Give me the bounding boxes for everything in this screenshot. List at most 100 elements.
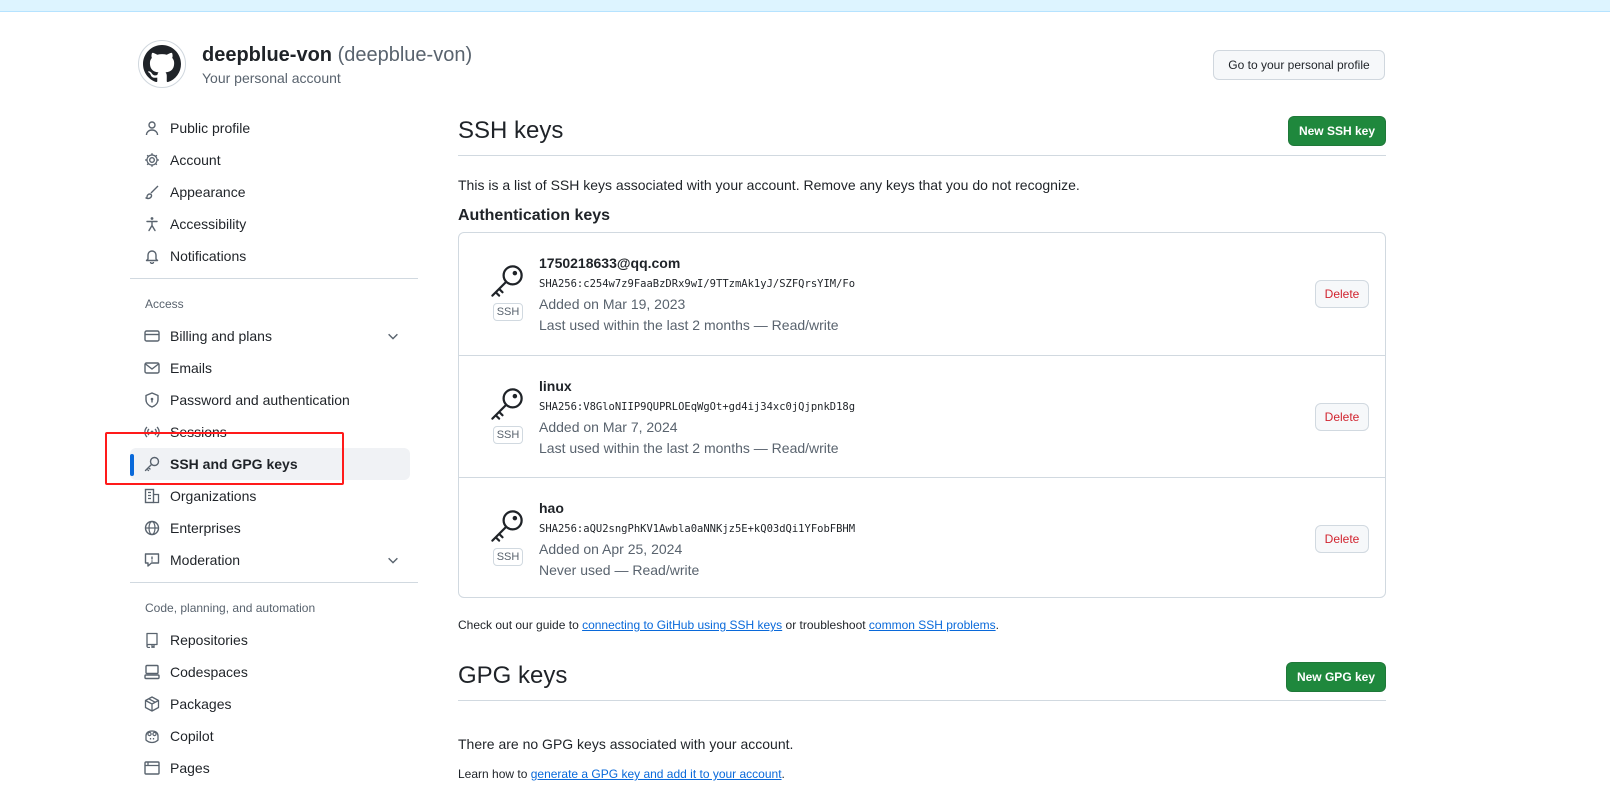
key-added-date: Added on Mar 7, 2024 xyxy=(539,419,678,435)
username: deepblue-von xyxy=(202,44,333,66)
sidebar-item-label: Notifications xyxy=(170,248,247,264)
sidebar-item-label: Appearance xyxy=(170,184,246,200)
sidebar-item-ssh-gpg-keys[interactable]: SSH and GPG keys xyxy=(130,448,410,480)
sidebar-item-label: Moderation xyxy=(170,552,241,568)
sidebar-divider xyxy=(130,278,418,279)
account-name: deepblue-von (deepblue-von) xyxy=(202,44,472,67)
ssh-keys-title: SSH keys xyxy=(458,117,564,144)
ssh-help-suffix: . xyxy=(995,618,999,632)
gpg-empty-message: There are no GPG keys associated with yo… xyxy=(458,736,794,752)
codespaces-icon xyxy=(144,664,160,680)
key-icon xyxy=(491,388,523,420)
delete-key-button[interactable]: Delete xyxy=(1315,280,1369,308)
ssh-help-text: Check out our guide to connecting to Git… xyxy=(458,618,999,632)
key-added-date: Added on Mar 19, 2023 xyxy=(539,296,686,312)
sidebar-item-public-profile[interactable]: Public profile xyxy=(130,112,410,144)
sidebar-item-label: Sessions xyxy=(170,424,227,440)
sidebar-item-label: Repositories xyxy=(170,632,248,648)
gpg-help-suffix: . xyxy=(781,767,785,781)
key-fingerprint: SHA256:c254w7z9FaaBzDRx9wI/9TTzmAk1yJ/SZ… xyxy=(539,278,856,290)
key-title: linux xyxy=(539,378,572,394)
key-last-used: Never used — Read/write xyxy=(539,562,700,578)
sidebar-item-account[interactable]: Account xyxy=(130,144,410,176)
sidebar-group-code: Code, planning, and automation xyxy=(145,601,316,615)
sidebar-item-password-auth[interactable]: Password and authentication xyxy=(130,384,410,416)
organization-icon xyxy=(144,488,160,504)
new-ssh-key-button[interactable]: New SSH key xyxy=(1288,116,1386,146)
mail-icon xyxy=(144,362,160,374)
sidebar-item-label: SSH and GPG keys xyxy=(170,456,298,472)
key-added-date: Added on Apr 25, 2024 xyxy=(539,541,683,557)
key-icon xyxy=(491,265,523,297)
section-divider xyxy=(458,700,1386,701)
sidebar-item-label: Organizations xyxy=(170,488,257,504)
browser-icon xyxy=(144,761,160,775)
bell-icon xyxy=(145,250,159,264)
gpg-help-prefix: Learn how to xyxy=(458,767,531,781)
delete-key-button[interactable]: Delete xyxy=(1315,403,1369,431)
ssh-key-row: SSH 1750218633@qq.com SHA256:c254w7z9Faa… xyxy=(459,233,1385,355)
sidebar-item-emails[interactable]: Emails xyxy=(130,352,410,384)
ssh-badge: SSH xyxy=(493,548,523,566)
gpg-guide-link[interactable]: generate a GPG key and add it to your ac… xyxy=(531,767,782,781)
ssh-description: This is a list of SSH keys associated wi… xyxy=(458,177,1080,193)
top-banner xyxy=(0,0,1610,12)
ssh-badge: SSH xyxy=(493,303,523,321)
shield-lock-icon xyxy=(145,392,159,408)
key-fingerprint: SHA256:aQU2sngPhKV1Awbla0aNNKjz5E+kQ03dQ… xyxy=(539,523,856,535)
key-last-used: Last used within the last 2 months — Rea… xyxy=(539,440,839,456)
chevron-down-icon[interactable] xyxy=(386,553,400,567)
report-icon xyxy=(144,553,160,567)
sidebar-item-label: Pages xyxy=(170,760,210,776)
sidebar-item-label: Emails xyxy=(170,360,213,376)
gpg-keys-title: GPG keys xyxy=(458,662,568,689)
sidebar-item-enterprises[interactable]: Enterprises xyxy=(130,512,410,544)
person-icon xyxy=(145,121,159,136)
sidebar-item-organizations[interactable]: Organizations xyxy=(130,480,410,512)
ssh-problems-link[interactable]: common SSH problems xyxy=(869,618,996,632)
sidebar-item-appearance[interactable]: Appearance xyxy=(130,176,410,208)
sidebar-item-label: Billing and plans xyxy=(170,328,272,344)
ssh-help-mid: or troubleshoot xyxy=(782,618,869,632)
accessibility-icon xyxy=(146,217,158,232)
key-fingerprint: SHA256:V8GloNIIP9QUPRLOEqWgOt+gd4ij34xc0… xyxy=(539,401,856,413)
sidebar-item-billing[interactable]: Billing and plans xyxy=(130,320,410,352)
gear-icon xyxy=(145,153,159,167)
copilot-icon xyxy=(145,730,159,744)
sidebar-item-sessions[interactable]: Sessions xyxy=(130,416,410,448)
go-to-profile-button[interactable]: Go to your personal profile xyxy=(1213,50,1385,80)
sidebar-item-moderation[interactable]: Moderation xyxy=(130,544,410,576)
key-icon xyxy=(491,510,523,542)
ssh-key-row: SSH linux SHA256:V8GloNIIP9QUPRLOEqWgOt+… xyxy=(459,355,1385,477)
sidebar-item-codespaces[interactable]: Codespaces xyxy=(130,656,410,688)
sidebar-item-repositories[interactable]: Repositories xyxy=(130,624,410,656)
broadcast-icon xyxy=(144,426,160,438)
sidebar-item-packages[interactable]: Packages xyxy=(130,688,410,720)
section-divider xyxy=(458,155,1386,156)
account-subtitle: Your personal account xyxy=(202,70,341,86)
sidebar-item-accessibility[interactable]: Accessibility xyxy=(130,208,410,240)
avatar[interactable] xyxy=(138,40,186,88)
sidebar-item-copilot[interactable]: Copilot xyxy=(130,720,410,752)
globe-icon xyxy=(144,520,160,536)
ssh-guide-link[interactable]: connecting to GitHub using SSH keys xyxy=(582,618,782,632)
credit-card-icon xyxy=(144,330,160,342)
sidebar-item-pages[interactable]: Pages xyxy=(130,752,410,784)
sidebar-item-label: Packages xyxy=(170,696,232,712)
new-gpg-key-button[interactable]: New GPG key xyxy=(1286,662,1386,692)
delete-key-button[interactable]: Delete xyxy=(1315,525,1369,553)
ssh-help-prefix: Check out our guide to xyxy=(458,618,583,632)
key-title: 1750218633@qq.com xyxy=(539,255,681,271)
ssh-keys-list: SSH 1750218633@qq.com SHA256:c254w7z9Faa… xyxy=(458,232,1386,598)
ssh-badge: SSH xyxy=(493,426,523,444)
sidebar-item-notifications[interactable]: Notifications xyxy=(130,240,410,272)
sidebar-item-label: Copilot xyxy=(170,728,214,744)
paintbrush-icon xyxy=(145,185,159,200)
sidebar-item-label: Accessibility xyxy=(170,216,247,232)
auth-keys-title: Authentication keys xyxy=(458,207,611,224)
sidebar-item-label: Password and authentication xyxy=(170,392,350,408)
key-icon xyxy=(144,456,160,472)
sidebar-item-label: Enterprises xyxy=(170,520,241,536)
ssh-key-row: SSH hao SHA256:aQU2sngPhKV1Awbla0aNNKjz5… xyxy=(459,477,1385,599)
chevron-down-icon[interactable] xyxy=(386,329,400,343)
